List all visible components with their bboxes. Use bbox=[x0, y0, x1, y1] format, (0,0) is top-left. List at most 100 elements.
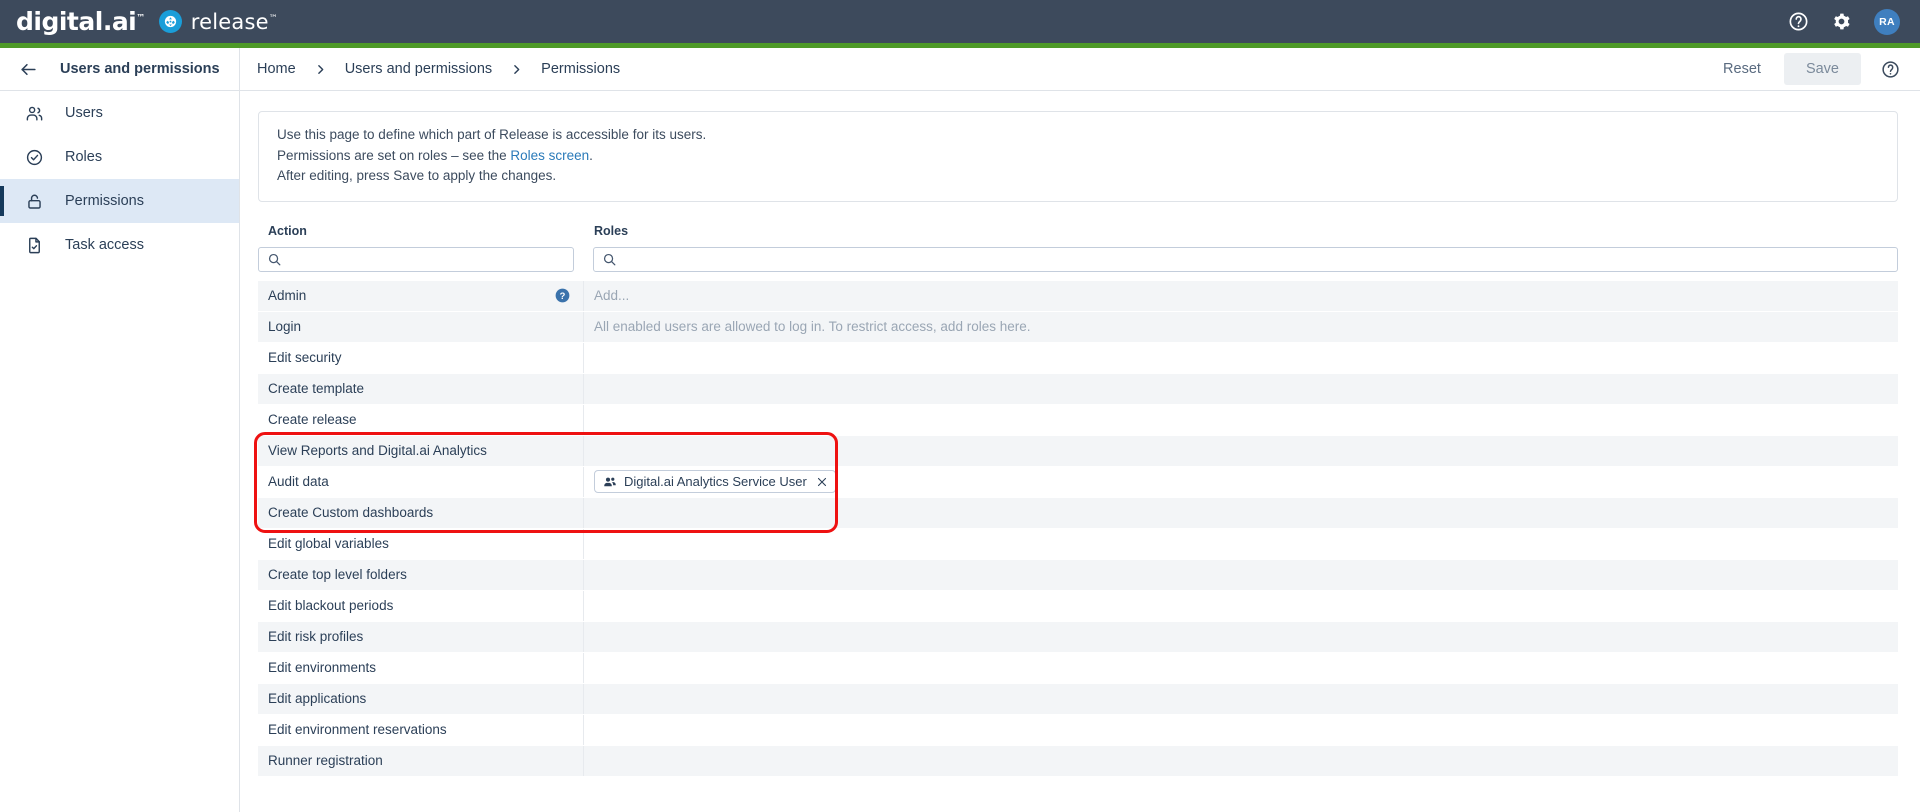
chevron-right-icon bbox=[314, 63, 327, 76]
role-chip[interactable]: Digital.ai Analytics Service User bbox=[594, 470, 836, 493]
cell-action: Create release bbox=[258, 404, 584, 435]
column-header-action: Action bbox=[268, 223, 307, 238]
cell-roles[interactable] bbox=[584, 746, 1898, 776]
breadcrumb-users-and-permissions[interactable]: Users and permissions bbox=[345, 61, 492, 77]
reset-button[interactable]: Reset bbox=[1710, 54, 1774, 84]
action-label: Create release bbox=[268, 412, 357, 427]
action-search-input[interactable] bbox=[259, 247, 573, 271]
search-icon bbox=[268, 253, 281, 265]
cell-action: Edit global variables bbox=[258, 528, 584, 559]
cell-action: Edit environment reservations bbox=[258, 714, 584, 745]
cell-roles[interactable]: All enabled users are allowed to log in.… bbox=[584, 312, 1898, 342]
sidebar-item-permissions[interactable]: Permissions bbox=[0, 179, 239, 223]
info-line-3: After editing, press Save to apply the c… bbox=[277, 168, 557, 183]
table-row[interactable]: Edit global variables bbox=[258, 528, 1898, 560]
roles-hint-text: All enabled users are allowed to log in.… bbox=[594, 319, 1031, 334]
roles-screen-link[interactable]: Roles screen bbox=[510, 148, 589, 163]
cell-action: Create top level folders bbox=[258, 559, 584, 590]
column-header-roles: Roles bbox=[594, 223, 629, 238]
table-row[interactable]: Audit data Digital.ai Analytics Service U… bbox=[258, 466, 1898, 498]
cell-action: Edit environments bbox=[258, 652, 584, 683]
avatar-initials: RA bbox=[1879, 15, 1895, 28]
table-search-row bbox=[258, 246, 1898, 272]
table-row[interactable]: Create template bbox=[258, 373, 1898, 405]
action-label: Edit risk profiles bbox=[268, 629, 364, 644]
cell-roles[interactable] bbox=[584, 374, 1898, 404]
help-circle-icon[interactable] bbox=[1881, 60, 1900, 79]
table-row[interactable]: Edit environment reservations bbox=[258, 714, 1898, 746]
table-row[interactable]: View Reports and Digital.ai Analytics bbox=[258, 435, 1898, 467]
cell-action: Runner registration bbox=[258, 745, 584, 776]
action-search-box[interactable] bbox=[258, 246, 574, 272]
action-label: Audit data bbox=[268, 474, 329, 489]
chevron-right-icon bbox=[510, 63, 523, 76]
info-line-2-prefix: Permissions are set on roles – see the bbox=[277, 147, 511, 163]
table-row[interactable]: Edit environments bbox=[258, 652, 1898, 684]
cell-roles[interactable] bbox=[584, 622, 1898, 652]
cell-action: View Reports and Digital.ai Analytics bbox=[258, 435, 584, 466]
table-row[interactable]: Create release bbox=[258, 404, 1898, 436]
brand-logo[interactable]: digital.ai™ release™ bbox=[16, 7, 278, 36]
table-row[interactable]: Edit risk profiles bbox=[258, 621, 1898, 653]
release-glyph-icon bbox=[164, 15, 176, 28]
cell-roles[interactable] bbox=[584, 405, 1898, 435]
sidebar-item-users[interactable]: Users bbox=[0, 91, 239, 135]
cell-roles[interactable] bbox=[584, 684, 1898, 714]
table-row[interactable]: Runner registration bbox=[258, 745, 1898, 777]
save-button[interactable]: Save bbox=[1783, 53, 1861, 85]
search-icon bbox=[603, 253, 616, 265]
users-icon bbox=[26, 106, 43, 121]
cell-action: Audit data bbox=[258, 466, 584, 497]
top-app-bar: digital.ai™ release™ RA bbox=[0, 0, 1920, 43]
cell-roles[interactable] bbox=[584, 529, 1898, 559]
cell-roles[interactable] bbox=[584, 436, 1898, 466]
table-row[interactable]: Create Custom dashboards bbox=[258, 497, 1898, 529]
breadcrumb-home[interactable]: Home bbox=[257, 61, 296, 77]
release-wordmark: release™ bbox=[190, 9, 278, 34]
action-label: Create top level folders bbox=[268, 567, 407, 582]
svg-text:?: ? bbox=[560, 291, 566, 301]
action-label: Edit security bbox=[268, 350, 342, 365]
cell-action: Edit blackout periods bbox=[258, 590, 584, 621]
cell-roles[interactable] bbox=[584, 715, 1898, 745]
action-label: Edit environments bbox=[268, 660, 377, 675]
top-bar-actions: RA bbox=[1788, 8, 1900, 35]
table-row[interactable]: Create top level folders bbox=[258, 559, 1898, 591]
permissions-row-list: Admin? Add... Login All enabled users are a… bbox=[258, 280, 1898, 777]
roles-hint-text: Add... bbox=[594, 288, 630, 303]
roles-search-box[interactable] bbox=[593, 246, 1898, 272]
table-row[interactable]: Edit blackout periods bbox=[258, 590, 1898, 622]
action-label: View Reports and Digital.ai Analytics bbox=[268, 443, 487, 458]
cell-action: Edit security bbox=[258, 342, 584, 373]
breadcrumb-permissions[interactable]: Permissions bbox=[541, 61, 620, 77]
help-circle-icon[interactable] bbox=[1788, 11, 1809, 32]
user-avatar[interactable]: RA bbox=[1874, 8, 1900, 35]
table-row[interactable]: Login All enabled users are allowed to lo… bbox=[258, 311, 1898, 343]
sidebar-title: Users and permissions bbox=[60, 61, 220, 77]
cell-roles[interactable]: Digital.ai Analytics Service User bbox=[584, 467, 1898, 497]
table-row[interactable]: Edit security bbox=[258, 342, 1898, 374]
main-content: Home Users and permissions Permissions R… bbox=[240, 48, 1920, 812]
sidebar-item-roles[interactable]: Roles bbox=[0, 135, 239, 179]
gear-icon[interactable] bbox=[1831, 11, 1852, 32]
roles-search-input[interactable] bbox=[594, 247, 1897, 271]
cell-roles[interactable]: Add... bbox=[584, 281, 1898, 311]
cell-roles[interactable] bbox=[584, 591, 1898, 621]
cell-roles[interactable] bbox=[584, 343, 1898, 373]
cell-roles[interactable] bbox=[584, 560, 1898, 590]
sidebar-item-task-access[interactable]: Task access bbox=[0, 223, 239, 267]
file-check-icon bbox=[29, 237, 40, 253]
logo-trademark: ™ bbox=[136, 13, 145, 24]
cell-action: Edit applications bbox=[258, 683, 584, 714]
digitalai-wordmark: digital.ai™ bbox=[16, 7, 145, 36]
cell-roles[interactable] bbox=[584, 653, 1898, 683]
cell-roles[interactable] bbox=[584, 498, 1898, 528]
cell-action: Login bbox=[258, 311, 584, 342]
action-label: Create template bbox=[268, 381, 365, 396]
sidebar-item-label: Task access bbox=[65, 237, 144, 253]
table-row[interactable]: Edit applications bbox=[258, 683, 1898, 715]
arrow-left-icon[interactable] bbox=[19, 60, 38, 79]
close-icon[interactable] bbox=[816, 476, 828, 488]
table-row[interactable]: Admin? Add... bbox=[258, 280, 1898, 312]
help-circle-icon[interactable]: ? bbox=[555, 288, 570, 303]
